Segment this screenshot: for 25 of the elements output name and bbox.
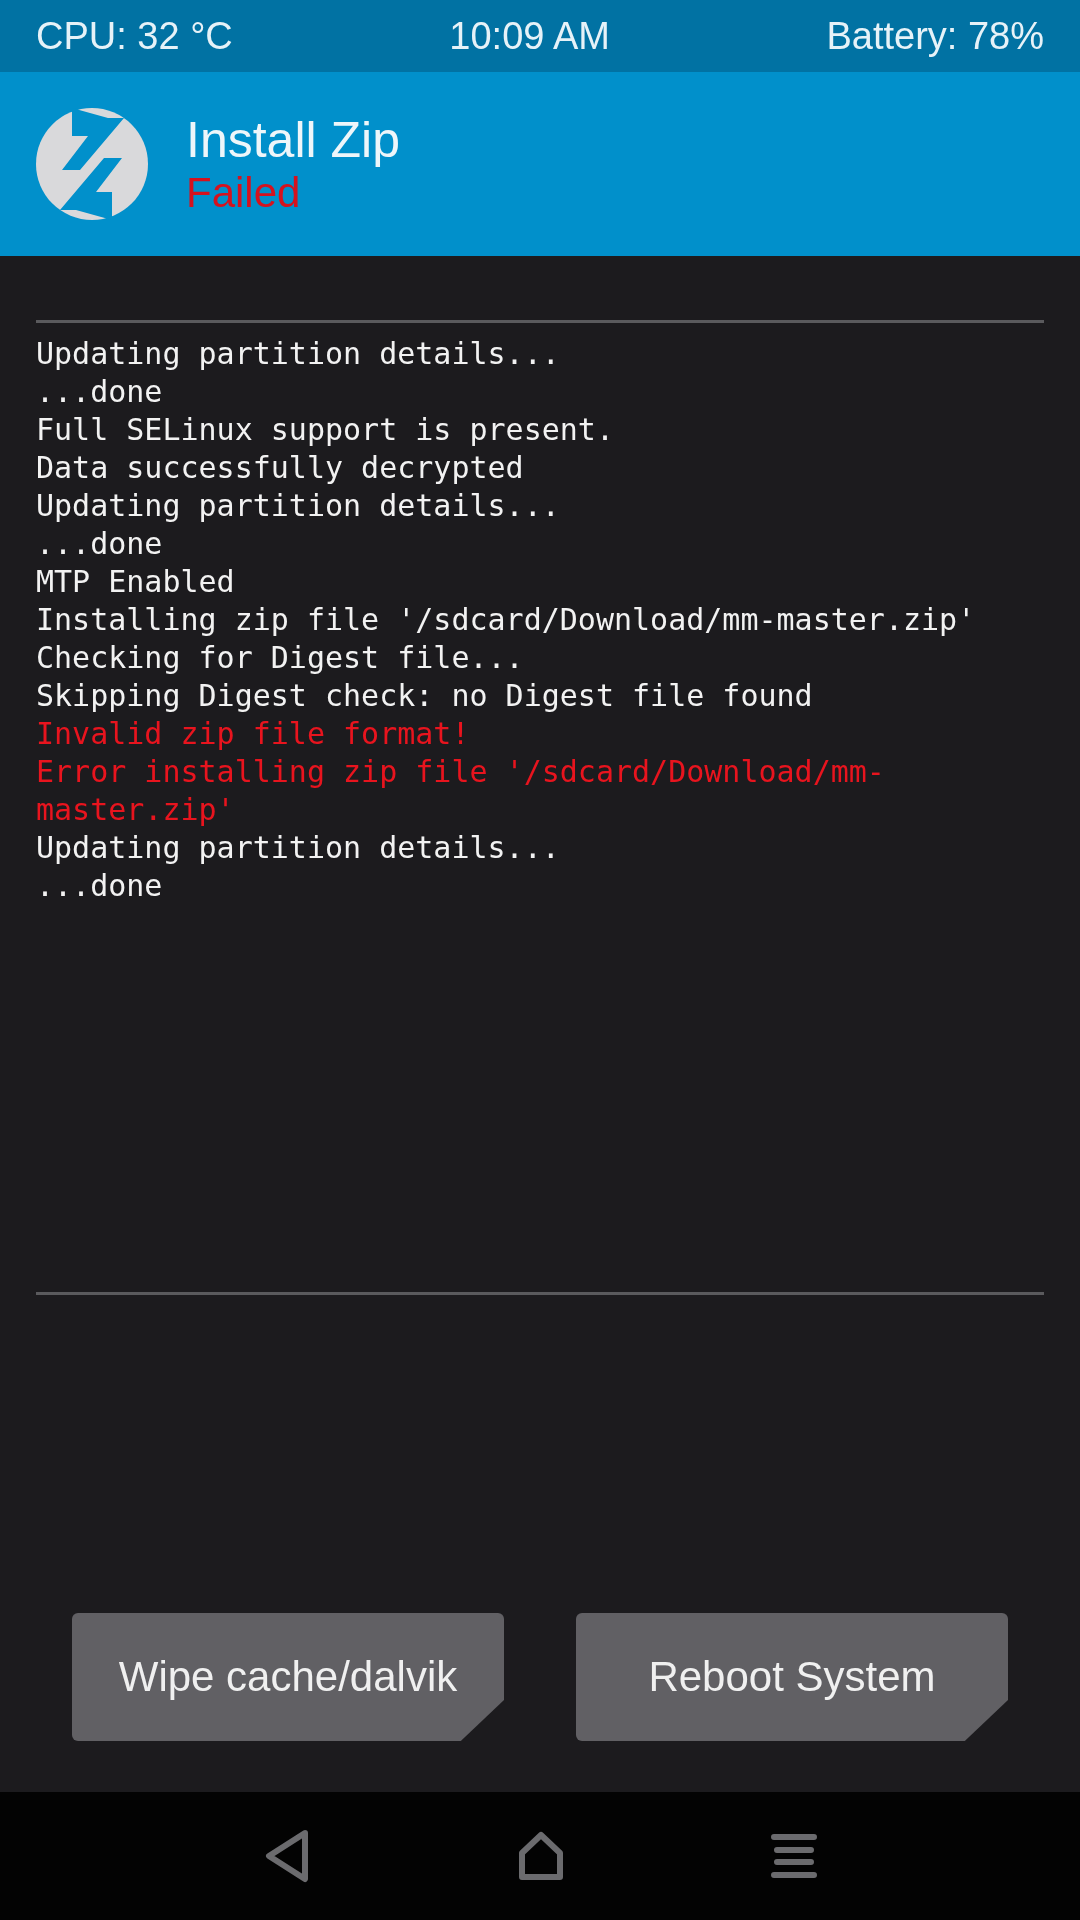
console-line: Skipping Digest check: no Digest file found	[36, 677, 814, 715]
console-line: Invalid zip file format!	[36, 715, 471, 753]
screen-title: Install Zip	[186, 111, 400, 169]
console-line: ...done	[36, 867, 164, 905]
console-line: Updating partition details...	[36, 487, 561, 525]
console-line: MTP Enabled	[36, 563, 236, 601]
console-line: Error installing zip file '/sdcard/Download/mm-master.zip'	[36, 753, 886, 829]
console-line: ...done	[36, 525, 164, 563]
console-line: Checking for Digest file...	[36, 639, 525, 677]
console-line: Updating partition details...	[36, 335, 561, 373]
logo-icon	[36, 108, 148, 220]
home-icon[interactable]	[517, 1831, 565, 1881]
console-line: Updating partition details...	[36, 829, 561, 867]
menu-icon[interactable]	[771, 1833, 817, 1879]
cpu-temperature: CPU: 32 °C	[36, 14, 233, 58]
back-icon[interactable]	[263, 1829, 311, 1883]
install-status: Failed	[186, 169, 302, 217]
console-line: Data successfully decrypted	[36, 449, 525, 487]
console-line: Full SELinux support is present.	[36, 411, 615, 449]
battery-level: Battery: 78%	[826, 14, 1044, 58]
console-line: ...done	[36, 373, 164, 411]
clock: 10:09 AM	[449, 14, 610, 58]
action-button[interactable]: Reboot System	[576, 1613, 1008, 1741]
console-line: Installing zip file '/sdcard/Download/mm-master.zip'	[36, 601, 977, 639]
action-button[interactable]: Wipe cache/dalvik	[72, 1613, 504, 1741]
